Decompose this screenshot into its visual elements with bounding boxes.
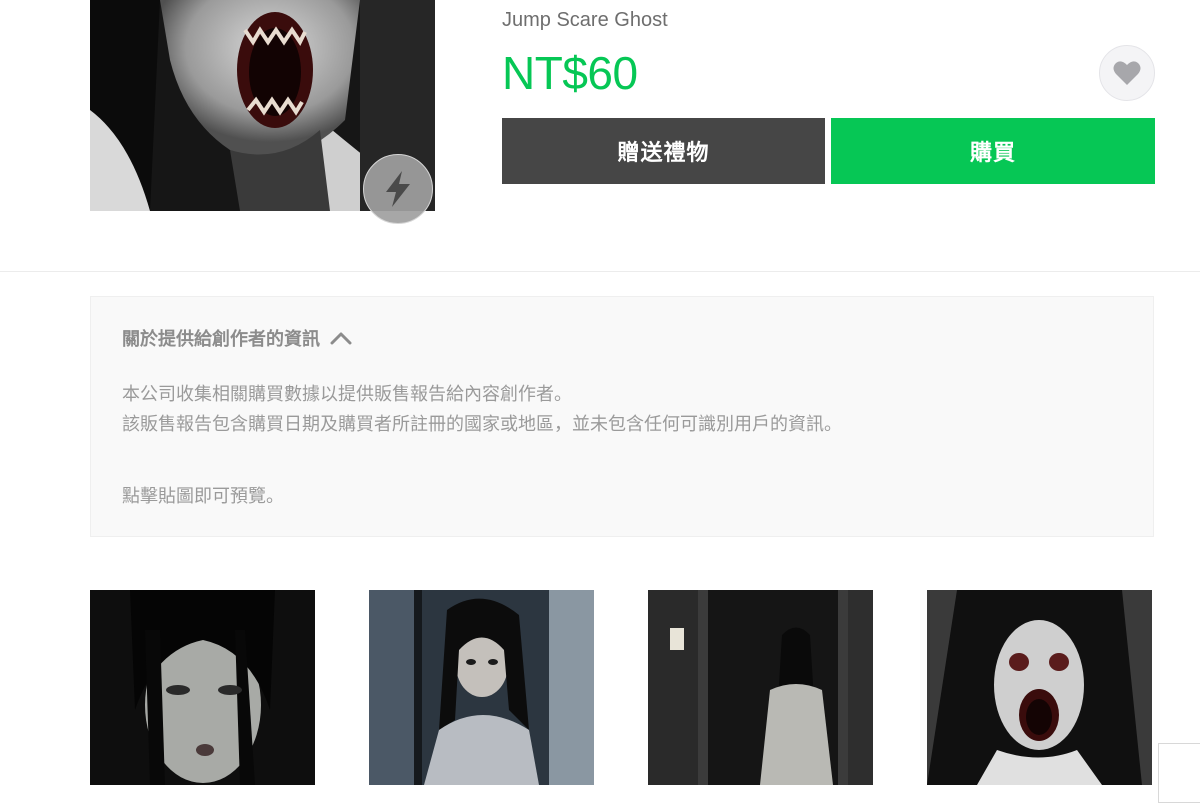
sticker-thumb-3[interactable]	[648, 590, 873, 785]
favorite-button[interactable]	[1099, 45, 1155, 101]
chevron-up-icon	[330, 332, 352, 345]
lightning-bolt-icon[interactable]	[363, 154, 433, 224]
buy-button[interactable]: 購買	[831, 118, 1155, 184]
info-line-2: 該販售報告包含購買日期及購買者所註冊的國家或地區，並未包含任何可識別用戶的資訊。	[122, 414, 842, 434]
creator-info-toggle[interactable]: 關於提供給創作者的資訊	[122, 325, 352, 351]
info-line-3: 點擊貼圖即可預覽。	[122, 486, 284, 506]
product-price: NT$60	[502, 47, 638, 99]
gift-button[interactable]: 贈送禮物	[502, 118, 825, 184]
creator-info-panel: 關於提供給創作者的資訊 本公司收集相關購買數據以提供販售報告給內容創作者。 該販…	[90, 296, 1154, 537]
product-title: Jump Scare Ghost	[502, 9, 668, 31]
sticker-thumb-4[interactable]	[927, 590, 1152, 785]
sticker-thumb-1[interactable]	[90, 590, 315, 785]
section-divider	[0, 271, 1200, 272]
info-line-1: 本公司收集相關購買數據以提供販售報告給內容創作者。	[122, 384, 572, 404]
heart-icon	[1113, 61, 1141, 85]
floating-widget[interactable]	[1158, 743, 1200, 803]
creator-info-heading: 關於提供給創作者的資訊	[122, 329, 320, 349]
sticker-thumb-2[interactable]	[369, 590, 594, 785]
